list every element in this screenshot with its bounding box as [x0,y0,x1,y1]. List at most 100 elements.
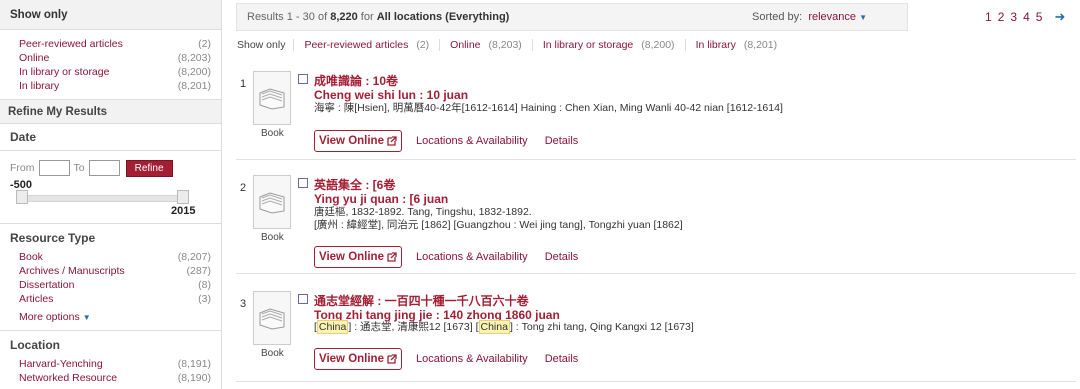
facet-label[interactable]: Dissertation [19,278,74,292]
facet-item[interactable]: Harvard-Yenching (8,191) [19,357,211,371]
from-label: From [10,162,35,174]
result-title-cjk[interactable]: 通志堂經解 : 一百四十種一千八百六十卷 [314,292,529,309]
book-cover-icon[interactable] [253,291,291,345]
facet-count: (8,201) [177,80,211,92]
show-only-item-label[interactable]: Peer-reviewed articles [304,39,408,51]
book-cover-icon[interactable] [253,71,291,125]
result-actions: View Online Locations & Availability Det… [314,246,578,268]
result-publication: [廣州 : 緯經堂], 同治元 [1862] [Guangzhou : Wei … [314,219,683,231]
facet-count: (8,191) [177,358,211,370]
slider-max-label: 2015 [171,205,196,217]
facet-item[interactable]: Book (8,207) [19,250,211,264]
refine-button[interactable]: Refine [125,159,173,177]
results-scope: All locations (Everything) [376,11,510,23]
locations-availability-link[interactable]: Locations & Availability [416,353,528,365]
show-only-item-label[interactable]: Online [450,39,480,51]
details-link[interactable]: Details [545,135,579,147]
view-online-button[interactable]: View Online [314,348,402,370]
to-input[interactable] [88,160,120,176]
show-only-item-label[interactable]: In library [696,39,736,51]
select-checkbox[interactable] [298,294,308,304]
show-only-item-count: (8,203) [488,39,522,51]
facet-label[interactable]: Peer-reviewed articles [19,37,123,51]
more-options-link[interactable]: More options ▼ [0,306,221,328]
result-title-romanized[interactable]: Ying yu ji quan : [6 juan [314,192,448,206]
view-online-button[interactable]: View Online [314,130,402,152]
show-only-item[interactable]: In library or storage (8,200) [531,39,685,51]
results-range: 1 - 30 [286,11,315,23]
facet-label[interactable]: Harvard-Yenching [19,357,103,371]
resource-type-label: Book [261,232,284,243]
facet-item[interactable]: Networked Resource (8,190) [19,371,211,385]
page-link[interactable]: 4 [1023,10,1030,24]
facet-item[interactable]: In library or storage (8,200) [19,65,211,79]
details-link[interactable]: Details [545,251,579,263]
results-of: of [317,11,328,23]
select-checkbox[interactable] [298,74,308,84]
next-page-arrow-icon[interactable]: ➜ [1054,9,1065,25]
external-link-icon [387,252,397,262]
slider-max-handle[interactable] [177,190,189,204]
facet-count: (8,207) [177,251,211,263]
locations-availability-link[interactable]: Locations & Availability [416,251,528,263]
book-cover-icon[interactable] [253,175,291,229]
facet-item[interactable]: In library (8,201) [19,79,211,93]
facet-count: (8) [198,279,211,291]
facet-item[interactable]: Articles (3) [19,292,211,306]
show-only-heading: Show only [0,0,221,30]
facet-label[interactable]: Archives / Manuscripts [19,264,125,278]
publication-romanized: : Tong zhi tang, Qing Kangxi 12 [1673] [512,321,694,333]
result-title-cjk[interactable]: 成唯識論 : 10卷 [314,72,398,89]
page-link[interactable]: 5 [1036,10,1043,24]
slider-min-handle[interactable] [16,190,28,204]
search-term-highlight: China [478,320,510,334]
show-only-item[interactable]: In library (8,201) [684,39,788,51]
locations-availability-link[interactable]: Locations & Availability [416,135,528,147]
facet-label[interactable]: Networked Resource [19,371,117,385]
result-actions: View Online Locations & Availability Det… [314,348,578,370]
facet-count: (2) [198,38,211,50]
result-item: 2 Book 英語集全 : [6卷 Ying yu ji quan : [6 j… [236,174,1076,274]
facet-item[interactable]: Dissertation (8) [19,278,211,292]
publication-cjk: : 通志堂, 清康熙12 [1673] [351,321,476,333]
result-number: 1 [240,78,247,90]
result-title-cjk[interactable]: 英語集全 : [6卷 [314,176,395,193]
result-author: 唐廷樞, 1832-1892. Tang, Tingshu, 1832-1892… [314,206,532,218]
facet-item[interactable]: Online (8,203) [19,51,211,65]
date-slider: -500 2015 [0,179,221,219]
facet-label[interactable]: In library or storage [19,65,109,79]
details-link[interactable]: Details [545,353,579,365]
page-link[interactable]: 1 [985,10,992,24]
facet-label[interactable]: In library [19,79,59,93]
page-link[interactable]: 3 [1010,10,1017,24]
show-only-item-label[interactable]: In library or storage [543,39,633,51]
sort-control[interactable]: Sorted by: relevance ▼ [752,11,867,23]
result-title-romanized[interactable]: Cheng wei shi lun : 10 juan [314,88,468,102]
more-options-label[interactable]: More options [19,311,80,323]
pagination: 1 2 3 4 5 ➜ [985,9,1065,25]
show-only-item[interactable]: Peer-reviewed articles (2) [293,39,439,51]
page-link[interactable]: 2 [998,10,1005,24]
sort-value[interactable]: relevance [808,11,856,23]
facet-item[interactable]: Archives / Manuscripts (287) [19,264,211,278]
show-only-item-count: (8,200) [641,39,675,51]
facet-item[interactable]: Peer-reviewed articles (2) [19,37,211,51]
show-only-item[interactable]: Online (8,203) [439,39,532,51]
results-total: 8,220 [330,11,358,23]
refine-heading: Refine My Results [0,100,221,124]
resource-type-label: Book [261,348,284,359]
resource-type-label: Book [261,128,284,139]
select-checkbox[interactable] [298,178,308,188]
result-number: 3 [240,298,247,310]
facet-label[interactable]: Articles [19,292,53,306]
slider-track[interactable] [19,195,189,202]
facet-label[interactable]: Book [19,250,43,264]
view-online-button[interactable]: View Online [314,246,402,268]
facet-label[interactable]: Online [19,51,49,65]
from-input[interactable] [38,160,70,176]
external-link-icon [387,136,397,146]
results-prefix: Results [247,11,284,23]
show-only-item-count: (2) [416,39,430,51]
facet-count: (8,203) [177,52,211,64]
show-only-item-count: (8,201) [743,39,778,51]
